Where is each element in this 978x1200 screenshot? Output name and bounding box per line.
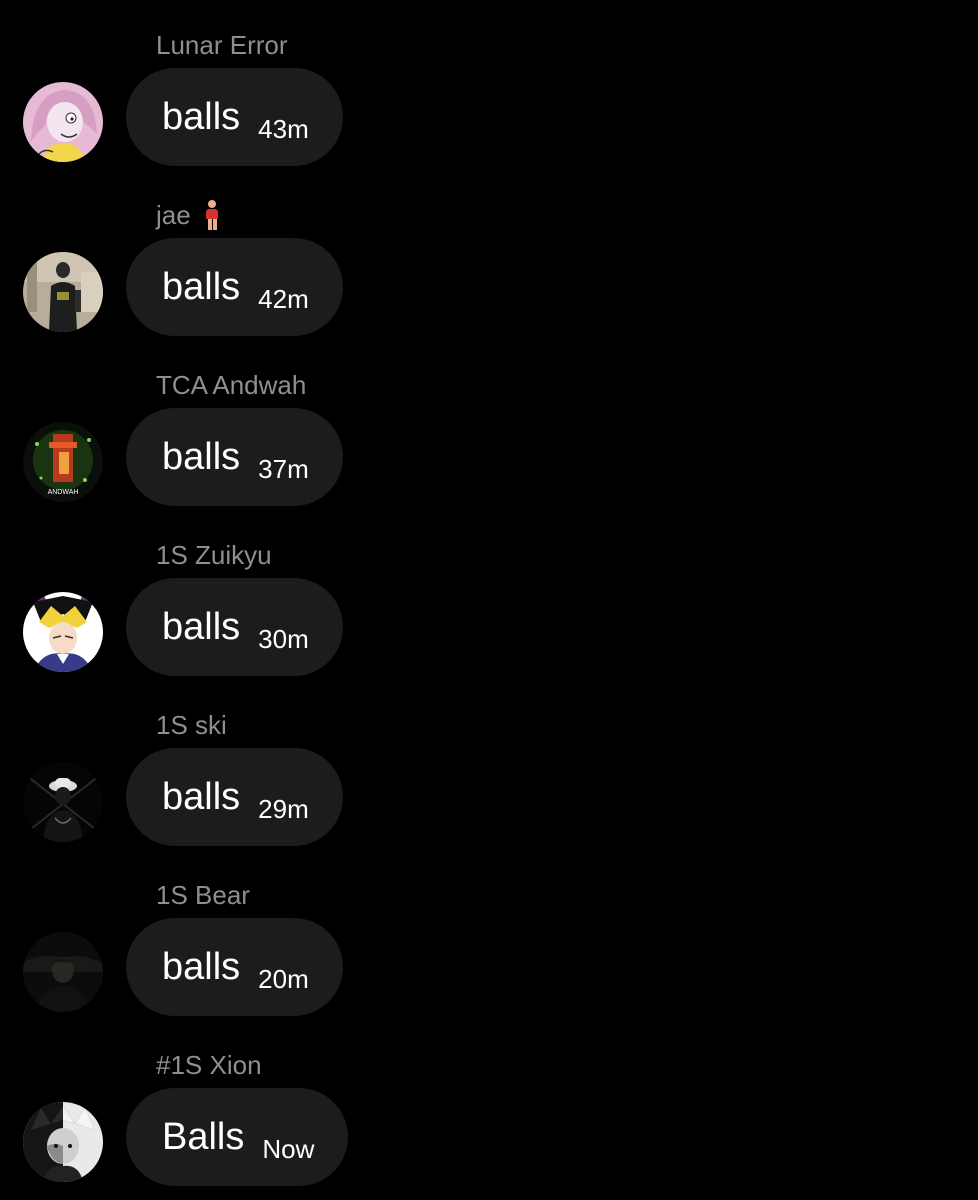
message-text: Balls	[162, 1116, 245, 1158]
dark-figure-avatar-icon	[23, 762, 103, 842]
message-bubble[interactable]: balls 37m	[126, 408, 343, 506]
sender-name-text: TCA Andwah	[156, 370, 307, 400]
sender-name-text: Lunar Error	[156, 30, 288, 60]
message-timestamp: Now	[262, 1133, 315, 1164]
message-row: 1S ski balls 29m	[0, 680, 978, 850]
sender-name[interactable]: 1S Zuikyu	[156, 538, 272, 572]
sender-name[interactable]: jae	[156, 198, 219, 232]
message-timestamp: 43m	[258, 113, 309, 144]
message-text: balls	[162, 266, 241, 308]
avatar[interactable]	[23, 1102, 103, 1182]
cartoon-character-avatar-icon	[23, 82, 103, 162]
message-row: jae balls 42m	[0, 170, 978, 340]
sender-name-text: jae	[156, 200, 191, 230]
message-row: TCA Andwah ANDWAH balls 37m	[0, 340, 978, 510]
message-timestamp: 37m	[258, 453, 309, 484]
sender-name-text: #1S Xion	[156, 1050, 262, 1080]
avatar[interactable]	[23, 82, 103, 162]
avatar-logo-text: ANDWAH	[48, 489, 79, 496]
sender-name-text: 1S ski	[156, 710, 227, 740]
sender-name[interactable]: TCA Andwah	[156, 368, 306, 402]
message-row: #1S Xion Balls Now	[0, 1020, 978, 1190]
message-row: 1S Bear balls 20m	[0, 850, 978, 1020]
avatar[interactable]	[23, 592, 103, 672]
sender-name-text: 1S Bear	[156, 880, 250, 910]
anime-character-avatar-icon	[23, 592, 103, 672]
message-bubble[interactable]: balls 42m	[126, 238, 343, 336]
message-timestamp: 29m	[258, 793, 309, 824]
person-photo-avatar-icon	[23, 252, 103, 332]
avatar[interactable]: ANDWAH	[23, 422, 103, 502]
message-text: balls	[162, 96, 241, 138]
message-row: Lunar Error balls 43m	[0, 0, 978, 170]
dark-photo-avatar-icon	[23, 932, 103, 1012]
message-text: balls	[162, 946, 241, 988]
message-timestamp: 20m	[258, 963, 309, 994]
avatar[interactable]	[23, 762, 103, 842]
sender-name[interactable]: #1S Xion	[156, 1048, 262, 1082]
message-bubble[interactable]: balls 29m	[126, 748, 343, 846]
chat-thread[interactable]: Lunar Error balls 43m jae balls 42m TCA …	[0, 0, 978, 1200]
message-text: balls	[162, 436, 241, 478]
message-bubble[interactable]: balls 20m	[126, 918, 343, 1016]
message-text: balls	[162, 776, 241, 818]
sender-name[interactable]: Lunar Error	[156, 28, 288, 62]
sender-name[interactable]: 1S Bear	[156, 878, 250, 912]
monochrome-anime-avatar-icon	[23, 1102, 103, 1182]
sender-name-text: 1S Zuikyu	[156, 540, 272, 570]
sender-name[interactable]: 1S ski	[156, 708, 227, 742]
message-text: balls	[162, 606, 241, 648]
avatar[interactable]	[23, 252, 103, 332]
message-bubble[interactable]: Balls Now	[126, 1088, 349, 1186]
andwah-logo-avatar-icon: ANDWAH	[23, 422, 103, 502]
message-bubble[interactable]: balls 30m	[126, 578, 343, 676]
message-timestamp: 30m	[258, 623, 309, 654]
person-standing-emoji-icon	[205, 200, 219, 230]
message-timestamp: 42m	[258, 283, 309, 314]
avatar[interactable]	[23, 932, 103, 1012]
message-row: 1S Zuikyu balls 30m	[0, 510, 978, 680]
message-bubble[interactable]: balls 43m	[126, 68, 343, 166]
